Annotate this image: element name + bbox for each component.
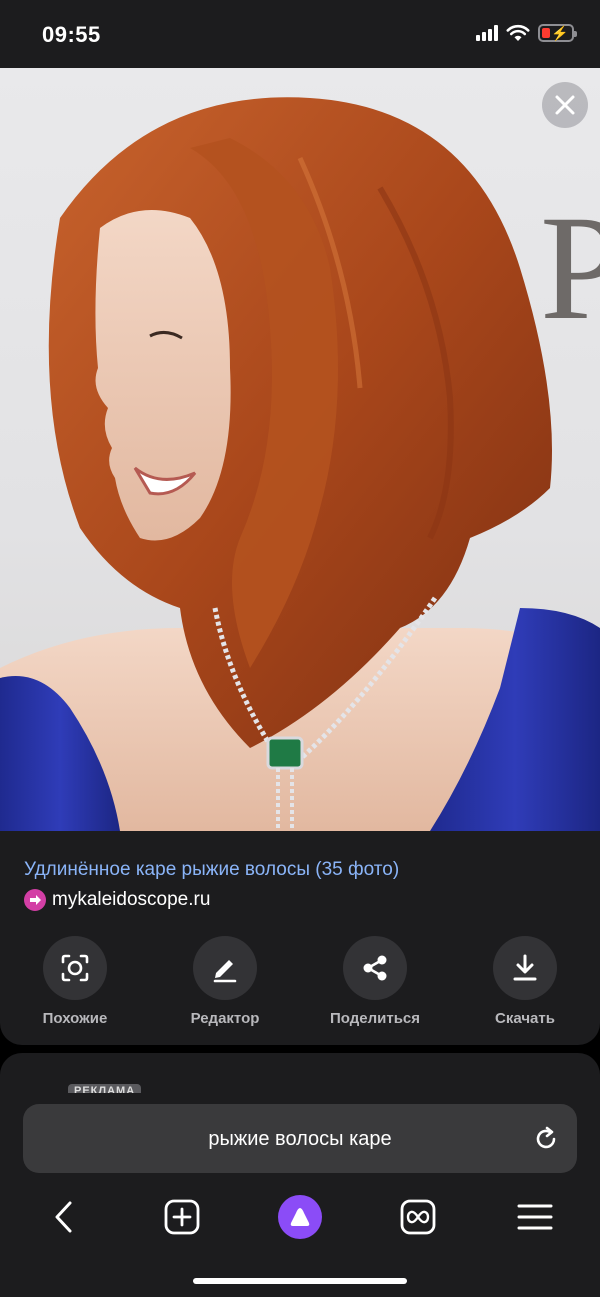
menu-button[interactable] bbox=[513, 1195, 557, 1239]
status-icons: ⚡ bbox=[476, 24, 577, 42]
source-domain: mykaleidoscope.ru bbox=[52, 889, 211, 910]
battery-icon: ⚡ bbox=[538, 24, 577, 42]
download-icon bbox=[513, 954, 537, 981]
tabs-infinity-icon bbox=[400, 1199, 436, 1235]
cellular-signal-icon bbox=[476, 25, 498, 41]
chevron-left-icon bbox=[55, 1201, 72, 1233]
close-icon bbox=[555, 95, 575, 115]
back-button[interactable] bbox=[42, 1195, 86, 1239]
home-indicator[interactable] bbox=[193, 1278, 407, 1284]
search-query: рыжие волосы каре bbox=[208, 1128, 392, 1150]
lens-scan-icon bbox=[61, 954, 89, 982]
alice-assistant-button[interactable] bbox=[278, 1195, 322, 1239]
action-label: Редактор bbox=[190, 1010, 260, 1027]
portrait-illustration: P bbox=[0, 97, 600, 831]
hamburger-menu-icon bbox=[517, 1204, 553, 1230]
reload-icon[interactable] bbox=[533, 1126, 559, 1152]
action-icon-wrap bbox=[43, 936, 107, 1000]
new-tab-button[interactable] bbox=[160, 1195, 204, 1239]
status-bar: 09:55 ⚡ bbox=[0, 0, 600, 68]
download-button[interactable]: Скачать bbox=[450, 936, 600, 1027]
result-image[interactable]: P bbox=[0, 68, 600, 831]
plus-square-icon bbox=[164, 1199, 200, 1235]
similar-button[interactable]: Похожие bbox=[0, 936, 150, 1027]
close-button[interactable] bbox=[542, 82, 588, 128]
bottom-navigation bbox=[0, 1195, 600, 1239]
action-icon-wrap bbox=[493, 936, 557, 1000]
svg-text:P: P bbox=[540, 185, 600, 351]
alice-icon bbox=[278, 1195, 322, 1239]
share-icon bbox=[363, 955, 387, 981]
action-label: Скачать bbox=[495, 1010, 555, 1027]
result-title-link[interactable]: Удлинённое каре рыжие волосы (35 фото) bbox=[24, 859, 399, 881]
action-label: Поделиться bbox=[329, 1010, 421, 1027]
status-time: 09:55 bbox=[42, 22, 101, 47]
search-bar[interactable]: рыжие волосы каре bbox=[23, 1104, 577, 1173]
editor-button[interactable]: Редактор bbox=[150, 936, 300, 1027]
source-link[interactable]: mykaleidoscope.ru bbox=[24, 889, 210, 911]
pencil-icon bbox=[213, 960, 237, 983]
site-favicon-icon bbox=[24, 889, 46, 911]
browser-bottom-bar: рыжие волосы каре bbox=[0, 1093, 600, 1297]
tabs-button[interactable] bbox=[396, 1195, 440, 1239]
share-button[interactable]: Поделиться bbox=[300, 936, 450, 1027]
action-label: Похожие bbox=[42, 1010, 108, 1027]
action-bar: Похожие Редактор Поделиться Скачать bbox=[0, 936, 600, 1027]
action-icon-wrap bbox=[343, 936, 407, 1000]
action-icon-wrap bbox=[193, 936, 257, 1000]
wifi-icon bbox=[506, 24, 530, 41]
image-info-panel: Удлинённое каре рыжие волосы (35 фото) m… bbox=[0, 831, 600, 1045]
